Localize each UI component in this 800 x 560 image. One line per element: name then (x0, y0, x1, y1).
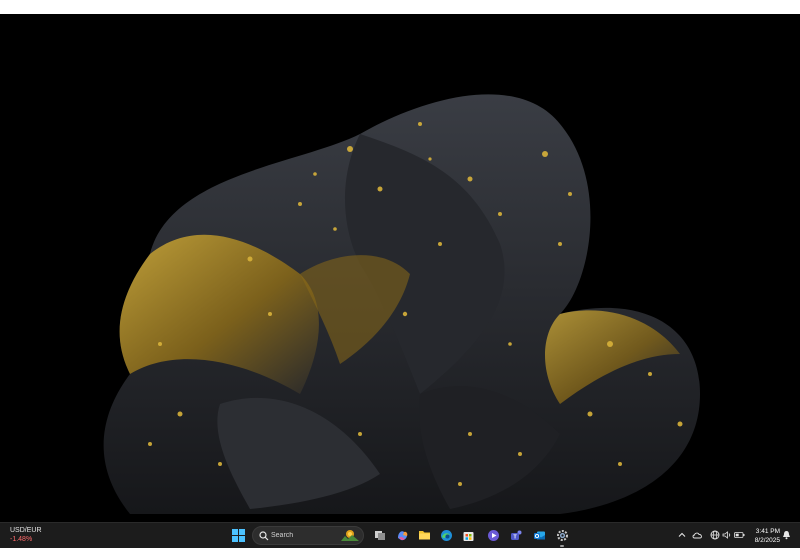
outlook-icon (533, 531, 545, 539)
volume-button[interactable] (721, 529, 732, 540)
search-box[interactable] (252, 526, 364, 545)
edge-browser-icon (440, 529, 452, 541)
volume-icon (722, 530, 730, 539)
clock-date: 8/2/2025 (754, 537, 780, 544)
task-view-icon (375, 531, 385, 540)
battery-button[interactable] (734, 529, 745, 540)
widget-symbol: USD/EUR (10, 527, 42, 534)
show-hidden-icons-button[interactable] (676, 529, 687, 540)
settings-icon (556, 529, 568, 541)
wallpaper-gold-ribbon-art (103, 94, 700, 514)
notifications-button[interactable] (781, 529, 792, 540)
settings-active-indicator (560, 545, 564, 547)
start-windows-icon (231, 528, 245, 542)
search-highlight-art-icon (341, 530, 359, 541)
taskbar: USD/EUR -1.48% Search T 3:41 PM 8/2/2025 (0, 522, 800, 548)
settings-button[interactable] (553, 526, 571, 544)
clock-time: 3:41 PM (755, 528, 780, 535)
onedrive-button[interactable] (692, 529, 703, 540)
teams-icon: T (510, 530, 521, 540)
teams-button[interactable]: T (507, 526, 525, 544)
file-explorer-button[interactable] (415, 526, 433, 544)
edge-browser-button[interactable] (437, 526, 455, 544)
network-button[interactable] (709, 529, 720, 540)
search-icon (259, 531, 269, 541)
widget-change: -1.48% (10, 536, 33, 543)
outlook-button[interactable] (530, 526, 548, 544)
notification-bell-icon (783, 530, 790, 539)
network-globe-icon (710, 530, 719, 539)
clock-button[interactable]: 3:41 PM 8/2/2025 (748, 527, 780, 545)
battery-icon (734, 531, 745, 538)
desktop[interactable] (0, 14, 800, 522)
onedrive-cloud-icon (692, 532, 702, 538)
microsoft-store-button[interactable] (459, 526, 477, 544)
chevron-up-icon (678, 532, 685, 537)
search-input[interactable] (271, 529, 333, 542)
microsoft-store-icon (463, 531, 473, 541)
start-button[interactable] (229, 526, 247, 544)
media-player-icon (487, 529, 499, 541)
copilot-icon (397, 530, 407, 540)
screen-bottom-margin (0, 548, 800, 560)
task-view-button[interactable] (371, 526, 389, 544)
stock-widget[interactable]: USD/EUR -1.48% (10, 526, 42, 546)
copilot-button[interactable] (393, 526, 411, 544)
file-explorer-icon (418, 531, 430, 540)
media-player-button[interactable] (484, 526, 502, 544)
